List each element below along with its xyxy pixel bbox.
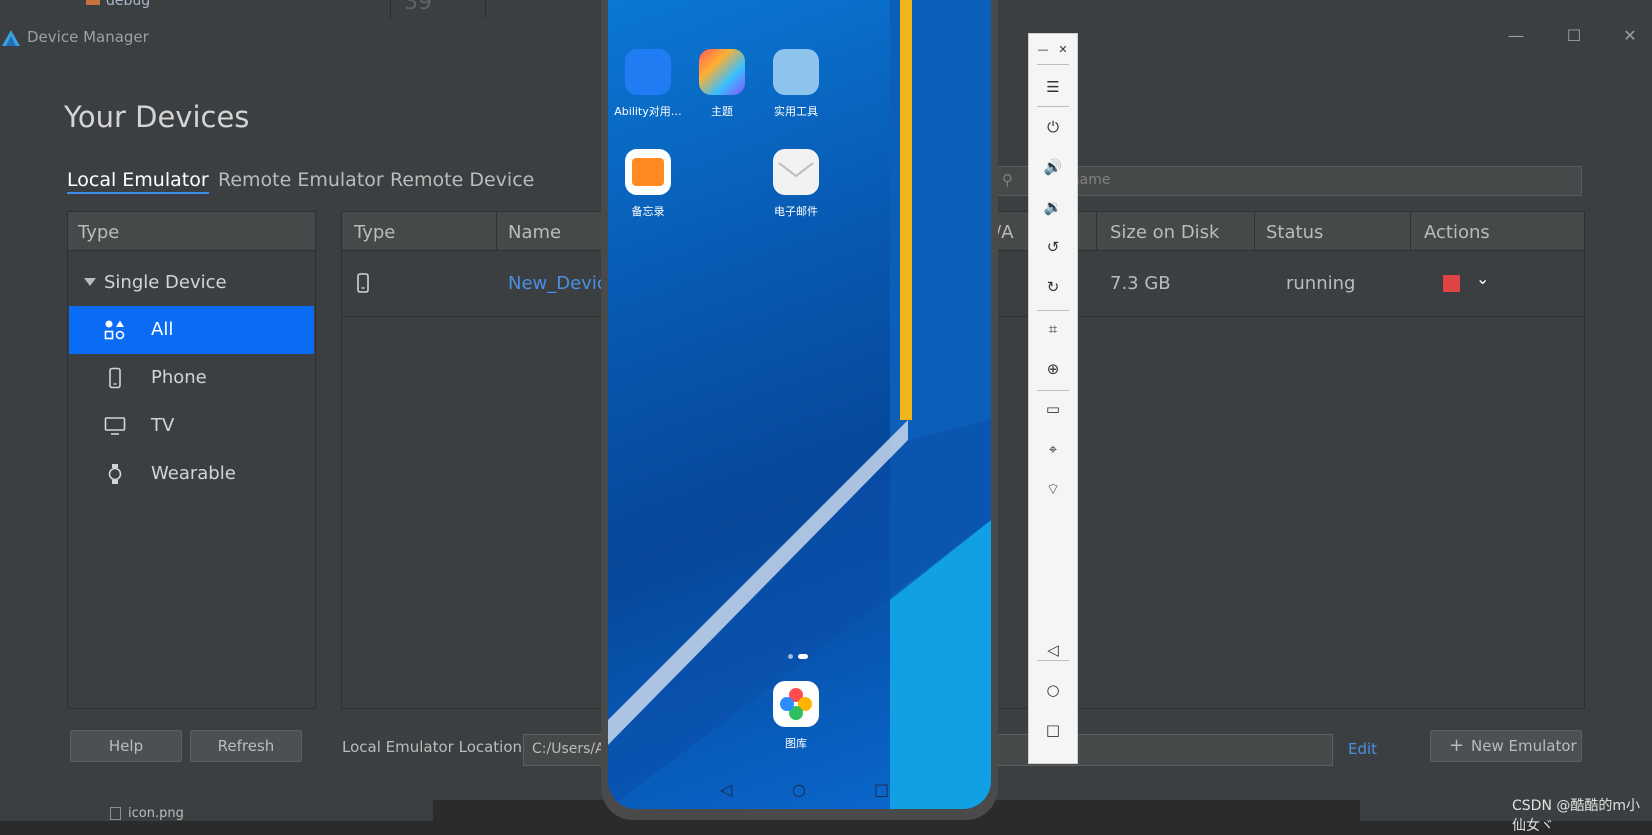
home-icon[interactable]: ○ [1043, 680, 1063, 700]
column-header-actions[interactable]: Actions [1424, 222, 1490, 243]
line-number: 39 [404, 0, 432, 15]
menu-icon[interactable]: ☰ [1043, 77, 1063, 97]
page-title: Your Devices [64, 100, 250, 134]
column-header-type[interactable]: Type [354, 222, 395, 243]
device-status: running [1286, 273, 1356, 294]
new-emulator-button[interactable]: + New Emulator [1430, 730, 1582, 762]
emulator-screen[interactable]: Ability对用… 主题 实用工具 备忘录 电子邮件 图库 ◁ ○ □ [608, 0, 991, 809]
tab-remote-emulator[interactable]: Remote Emulator [218, 169, 384, 191]
edit-location-link[interactable]: Edit [1348, 740, 1377, 758]
tab-local-emulator[interactable]: Local Emulator [67, 169, 209, 194]
watch-icon [108, 464, 122, 484]
sidebar-item-label: Wearable [151, 463, 236, 484]
watermark: CSDN @酷酷的m小仙女ヾ [1512, 798, 1641, 834]
rotate-right-icon[interactable]: ↻ [1043, 277, 1063, 297]
app-label: Ability对用… [614, 105, 682, 118]
app-label: 备忘录 [631, 205, 665, 218]
app-gallery-icon[interactable] [773, 681, 819, 727]
back-icon[interactable]: ◁ [1043, 640, 1063, 660]
sidebar-item-wearable[interactable]: Wearable [69, 450, 314, 498]
chevron-down-icon[interactable]: ⌄ [1476, 269, 1489, 288]
location-pin-icon[interactable]: ⌖ [1043, 439, 1063, 459]
tree-root-single-device[interactable]: Single Device [104, 272, 227, 293]
column-header-status[interactable]: Status [1266, 222, 1323, 243]
stop-emulator-button[interactable] [1443, 275, 1460, 292]
window-title: Device Manager [27, 28, 149, 46]
emulator-location-value: C:/Users/A [532, 741, 605, 757]
volume-up-icon[interactable]: 🔊 [1043, 157, 1063, 177]
page-indicator-dot-active [798, 654, 808, 659]
new-emulator-label: New Emulator [1471, 737, 1577, 755]
sidebar-item-label: TV [151, 415, 175, 436]
help-button[interactable]: Help [70, 730, 182, 762]
search-icon: ⚲ [1002, 171, 1013, 189]
app-tools-icon[interactable] [773, 49, 819, 95]
close-button[interactable]: ✕ [1620, 26, 1640, 46]
toolbar-minimize-icon[interactable]: — [1033, 40, 1053, 60]
app-label: 实用工具 [774, 105, 818, 118]
phone-icon [357, 273, 369, 293]
app-label: 主题 [711, 105, 733, 118]
sidebar-header-label: Type [78, 222, 120, 243]
emulator-toolbar: — ✕ ☰ ⏻ 🔊 🔉 ↺ ↻ ⌗ ⊕ ▭ ⌖ ⌔ ◁ ○ □ [1028, 33, 1078, 764]
nav-recents-icon[interactable]: □ [874, 780, 889, 799]
column-header-name[interactable]: Name [508, 222, 561, 243]
file-icon [110, 807, 121, 820]
devecostudio-logo-icon [2, 30, 20, 46]
emulator-phone-frame: Ability对用… 主题 实用工具 备忘录 电子邮件 图库 ◁ ○ □ [601, 0, 998, 820]
folder-icon [86, 0, 100, 5]
refresh-button[interactable]: Refresh [190, 730, 302, 762]
page-indicator-dot [788, 654, 793, 659]
app-theme-icon[interactable] [699, 49, 745, 95]
battery-icon[interactable]: ▭ [1043, 399, 1063, 419]
sidebar-item-phone[interactable]: Phone [69, 354, 314, 402]
grid-shapes-icon [104, 320, 125, 340]
nav-back-icon[interactable]: ◁ [720, 780, 732, 799]
toolbar-close-icon[interactable]: ✕ [1053, 40, 1073, 60]
rotate-left-icon[interactable]: ↺ [1043, 237, 1063, 257]
recents-icon[interactable]: □ [1043, 720, 1063, 740]
sidebar-header: Type [68, 212, 315, 251]
ide-tree-item-debug[interactable]: debug [106, 0, 150, 9]
power-icon[interactable]: ⏻ [1043, 117, 1063, 137]
ide-tree-item-icon-png[interactable]: icon.png [128, 806, 184, 821]
phone-icon [109, 367, 121, 389]
app-label: 电子邮件 [774, 205, 818, 218]
maximize-button[interactable]: ☐ [1564, 26, 1584, 46]
emulator-location-label: Local Emulator Location: [342, 738, 528, 756]
zoom-in-icon[interactable]: ⊕ [1043, 359, 1063, 379]
sidebar-item-label: Phone [151, 367, 207, 388]
tv-icon [104, 417, 126, 435]
app-email-icon[interactable] [773, 149, 819, 195]
column-header-size[interactable]: Size on Disk [1110, 222, 1219, 243]
sidebar-item-tv[interactable]: TV [69, 402, 314, 450]
device-size: 7.3 GB [1110, 273, 1171, 294]
screenshot-crop-icon[interactable]: ⌗ [1043, 319, 1063, 339]
volume-down-icon[interactable]: 🔉 [1043, 197, 1063, 217]
app-ability-icon[interactable] [625, 49, 671, 95]
app-label: 图库 [785, 737, 807, 750]
nav-home-icon[interactable]: ○ [792, 780, 806, 799]
app-memo-icon[interactable] [625, 149, 671, 195]
wifi-icon[interactable]: ⌔ [1043, 479, 1063, 499]
sidebar-item-all[interactable]: All [69, 306, 314, 354]
device-name-link[interactable]: New_Devic [508, 273, 607, 294]
caret-down-icon[interactable] [84, 278, 96, 286]
device-type-sidebar: Type Single Device All Phone TV Wearable [67, 211, 316, 709]
minimize-button[interactable]: — [1506, 26, 1526, 46]
plus-icon: + [1449, 735, 1465, 756]
sidebar-item-label: All [151, 319, 174, 340]
tab-remote-device[interactable]: Remote Device [390, 169, 534, 191]
